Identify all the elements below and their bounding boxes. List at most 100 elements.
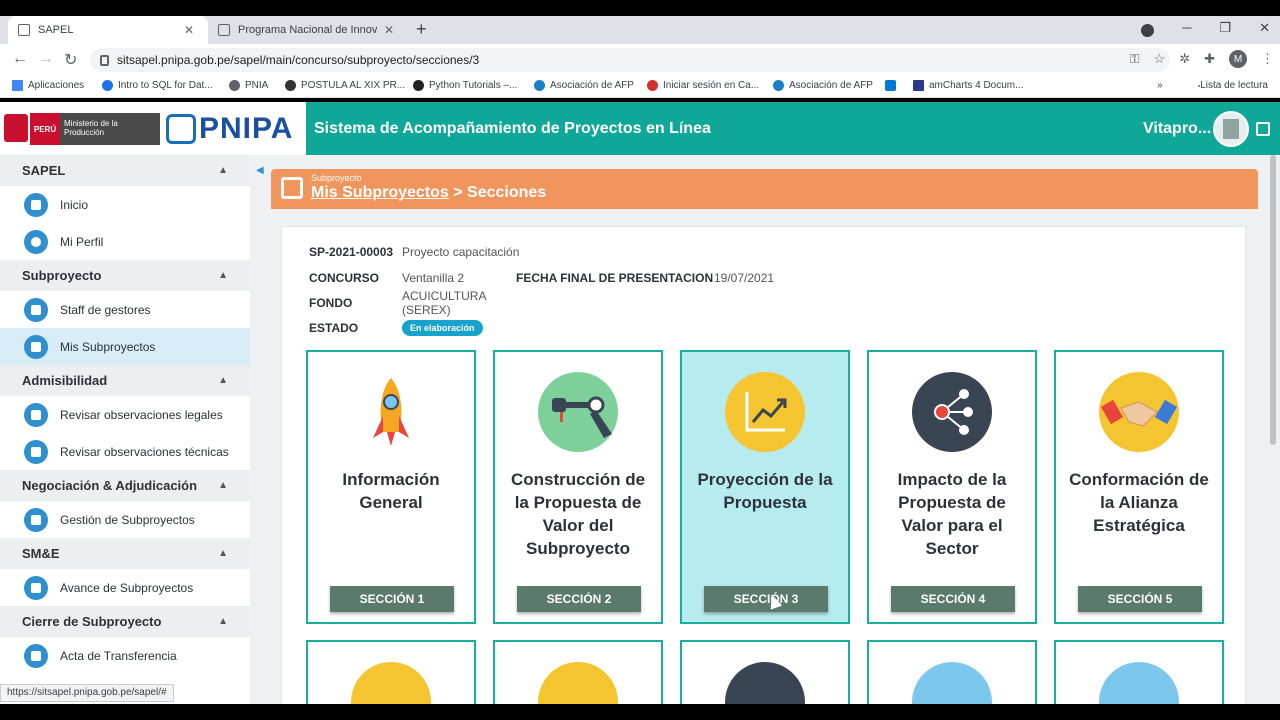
- sidebar-section-sme[interactable]: SM&E ▲: [0, 538, 250, 569]
- bookmark-item[interactable]: [885, 80, 901, 91]
- browser-tab-sapel[interactable]: SAPEL ✕: [8, 16, 208, 44]
- reload-icon[interactable]: ↻: [64, 50, 77, 70]
- page: PERÚ Ministerio de la Producción PNIPA S…: [0, 102, 1280, 704]
- sidebar-collapse-icon[interactable]: ◀: [256, 165, 264, 176]
- profile-avatar[interactable]: M: [1229, 50, 1247, 68]
- section-card-10[interactable]: [1054, 640, 1224, 704]
- page-scrollbar[interactable]: [1270, 155, 1276, 445]
- bookmark-item[interactable]: POSTULA AL XIX PR...: [285, 80, 405, 91]
- section-card-3[interactable]: Proyección de la Propuesta SECCIÓN 3: [680, 350, 850, 624]
- card-title: Construcción de la Propuesta de Valor de…: [510, 470, 646, 558]
- growth-chart-icon: [725, 372, 805, 452]
- logout-icon[interactable]: [1256, 122, 1270, 136]
- bookmark-item[interactable]: Iniciar sesión en Ca...: [647, 80, 759, 91]
- close-icon[interactable]: ✕: [384, 23, 394, 37]
- chevron-up-icon: ▲: [218, 616, 228, 627]
- section-4-button[interactable]: SECCIÓN 4: [891, 586, 1015, 612]
- fondo-value: ACUICULTURA (SEREX): [402, 289, 486, 317]
- sidebar-item-avance[interactable]: Avance de Subproyectos: [0, 569, 250, 606]
- new-tab-button[interactable]: +: [416, 19, 427, 40]
- fondo-label: FONDO: [309, 296, 353, 310]
- bar-chart-icon: [1099, 662, 1179, 704]
- close-icon[interactable]: ✕: [184, 23, 194, 37]
- sidebar-item-obs-tecnicas[interactable]: Revisar observaciones técnicas: [0, 433, 250, 470]
- breadcrumb-link[interactable]: Mis Subproyectos: [311, 184, 449, 201]
- section-5-button[interactable]: SECCIÓN 5: [1078, 586, 1202, 612]
- section-card-7[interactable]: [493, 640, 663, 704]
- puzzle-icon[interactable]: ✚: [1204, 51, 1215, 67]
- section-card-4[interactable]: Impacto de la Propuesta de Valor para el…: [867, 350, 1037, 624]
- sidebar-section-sapel[interactable]: SAPEL ▲: [0, 155, 250, 186]
- logo-area: PERÚ Ministerio de la Producción PNIPA: [0, 102, 306, 155]
- toolbar-icons: ⚿ ☆ ✲ ✚ M ⋮: [1130, 50, 1274, 68]
- sidebar-item-mi-perfil[interactable]: Mi Perfil: [0, 223, 250, 260]
- sidebar-section-cierre[interactable]: Cierre de Subproyecto ▲: [0, 606, 250, 637]
- card-title: Impacto de la Propuesta de Valor para el…: [897, 470, 1007, 558]
- bookmark-apps[interactable]: Aplicaciones: [12, 80, 84, 91]
- page-icon: [218, 24, 230, 36]
- sidebar-item-mis-subproyectos[interactable]: Mis Subproyectos: [0, 328, 250, 365]
- sidebar-section-negociacion[interactable]: Negociación & Adjudicación ▲: [0, 470, 250, 501]
- sidebar-item-obs-legales[interactable]: Revisar observaciones legales: [0, 396, 250, 433]
- section-card-9[interactable]: [867, 640, 1037, 704]
- bookmark-item[interactable]: Asociación de AFP: [773, 80, 873, 91]
- more-bookmarks-icon[interactable]: »: [1157, 80, 1163, 91]
- sidebar-item-inicio[interactable]: Inicio: [0, 186, 250, 223]
- fecha-value: 19/07/2021: [714, 271, 775, 285]
- address-bar[interactable]: sitsapel.pnipa.gob.pe/sapel/main/concurs…: [90, 48, 1170, 72]
- robot-arm-icon: [538, 372, 618, 452]
- sidebar-section-subproyecto[interactable]: Subproyecto ▲: [0, 260, 250, 291]
- browser-tabstrip: SAPEL ✕ Programa Nacional de Innovació ✕…: [0, 16, 1280, 44]
- forward-icon[interactable]: →: [38, 50, 54, 68]
- menu-icon[interactable]: ⋮: [1261, 51, 1274, 67]
- content-header: Subproyecto Mis Subproyectos > Secciones: [271, 169, 1258, 209]
- sidebar-item-acta[interactable]: Acta de Transferencia: [0, 637, 250, 674]
- maximize-icon[interactable]: ❐: [1219, 20, 1231, 36]
- peru-shield-logo: [4, 114, 28, 142]
- section-card-2[interactable]: Construcción de la Propuesta de Valor de…: [493, 350, 663, 624]
- shield-icon: [102, 80, 113, 91]
- star-icon[interactable]: ☆: [1154, 51, 1166, 67]
- minimize-icon[interactable]: ─: [1182, 20, 1191, 36]
- concurso-label: CONCURSO: [309, 271, 380, 285]
- window-controls: ─ ❐ ✕: [1182, 20, 1270, 36]
- user-avatar[interactable]: [1213, 111, 1249, 147]
- document-icon: [24, 439, 48, 464]
- chevron-up-icon: ▲: [218, 375, 228, 386]
- globe-icon: [229, 80, 240, 91]
- network-icon: [912, 372, 992, 452]
- back-icon[interactable]: ←: [12, 50, 28, 68]
- chevron-up-icon: ▲: [218, 480, 228, 491]
- diamond-icon: [285, 80, 296, 91]
- reading-list[interactable]: Lista de lectura: [1198, 80, 1268, 91]
- close-window-icon[interactable]: ✕: [1259, 20, 1270, 36]
- sidebar-section-admisibilidad[interactable]: Admisibilidad ▲: [0, 365, 250, 396]
- document-icon: [725, 662, 805, 704]
- section-card-1[interactable]: Información General SECCIÓN 1: [306, 350, 476, 624]
- bookmark-item[interactable]: PNIA: [229, 80, 268, 91]
- book-icon: [24, 575, 48, 600]
- afp-icon: [773, 80, 784, 91]
- home-icon: [24, 192, 48, 217]
- bookmark-item[interactable]: Python Tutorials –...: [413, 80, 517, 91]
- section-card-5[interactable]: Conformación de la Alianza Estratégica S…: [1054, 350, 1224, 624]
- outlook-icon: [885, 80, 896, 91]
- extension-icon[interactable]: ✲: [1179, 51, 1190, 67]
- section-card-6[interactable]: [306, 640, 476, 704]
- url-text: sitsapel.pnipa.gob.pe/sapel/main/concurs…: [117, 53, 480, 67]
- bookmark-item[interactable]: Intro to SQL for Dat...: [102, 80, 213, 91]
- user-name[interactable]: Vitapro...: [1143, 120, 1211, 138]
- bookmark-item[interactable]: amCharts 4 Docum...: [913, 80, 1023, 91]
- fecha-label: FECHA FINAL DE PRESENTACION: [516, 271, 714, 285]
- bookmark-item[interactable]: Asociación de AFP: [534, 80, 634, 91]
- tab-search-icon[interactable]: [1141, 24, 1154, 37]
- browser-tab-pnipa[interactable]: Programa Nacional de Innovació ✕: [208, 16, 408, 44]
- section-2-button[interactable]: SECCIÓN 2: [517, 586, 641, 612]
- sidebar-item-staff[interactable]: Staff de gestores: [0, 291, 250, 328]
- section-card-8[interactable]: [680, 640, 850, 704]
- section-1-button[interactable]: SECCIÓN 1: [330, 586, 454, 612]
- book-icon: [24, 507, 48, 532]
- key-icon[interactable]: ⚿: [1130, 51, 1140, 67]
- pnipa-logo[interactable]: PNIPA: [166, 112, 293, 146]
- sidebar-item-gestion[interactable]: Gestión de Subproyectos: [0, 501, 250, 538]
